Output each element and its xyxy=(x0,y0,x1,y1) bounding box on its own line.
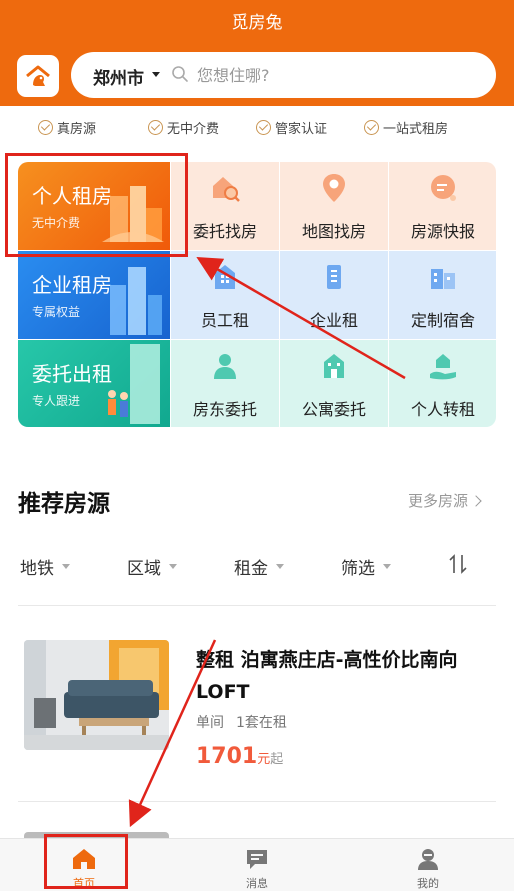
annotation-arrow xyxy=(196,256,406,380)
annotation-arrow xyxy=(128,639,217,828)
annotation-arrows xyxy=(128,256,406,828)
